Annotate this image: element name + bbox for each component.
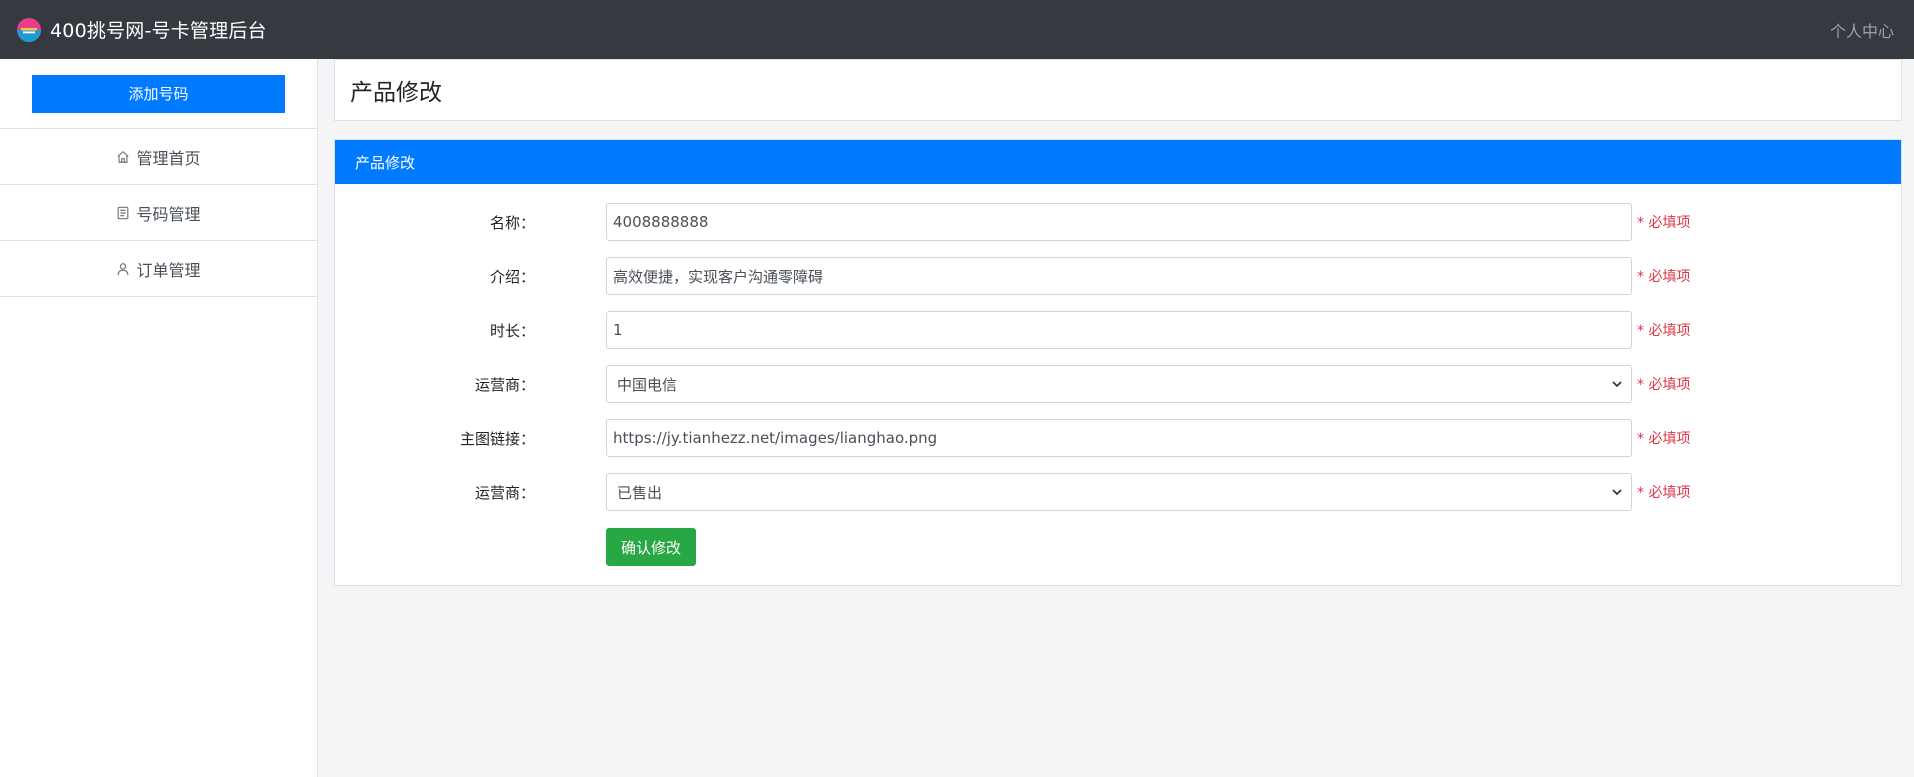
carrier-select-value: 中国电信 — [617, 375, 678, 394]
document-icon — [118, 206, 129, 219]
confirm-edit-button[interactable]: 确认修改 — [606, 528, 696, 566]
chevron-down-icon — [1612, 489, 1622, 496]
image-link-input[interactable]: https://jy.tianhezz.net/images/lianghao.… — [606, 419, 1632, 457]
duration-label: 时长： — [489, 321, 535, 340]
intro-input[interactable]: 高效便捷，实现客户沟通零障碍 — [606, 257, 1632, 295]
form-row-duration: 时长： 1 * 必填项 — [335, 311, 1901, 349]
form-row-image-link: 主图链接： https://jy.tianhezz.net/images/lia… — [335, 419, 1901, 457]
form-row-status: 运营商： 已售出 * 必填项 — [335, 473, 1901, 511]
logo-icon — [17, 17, 41, 42]
required-hint: * 必填项 — [1637, 269, 1691, 285]
status-select[interactable]: 已售出 — [606, 473, 1632, 511]
product-edit-card: 产品修改 名称： 4008888888 * 必填项 介绍： 高效便捷，实现客户沟… — [334, 139, 1902, 586]
status-select-value: 已售出 — [617, 483, 663, 502]
page-title: 产品修改 — [350, 80, 442, 106]
name-label: 名称： — [489, 213, 535, 232]
carrier-select[interactable]: 中国电信 — [606, 365, 1632, 403]
sidebar: 添加号码 管理首页 号码管理 订单管理 — [0, 59, 318, 777]
page-header: 产品修改 — [334, 59, 1902, 121]
add-number-button[interactable]: 添加号码 — [32, 74, 285, 113]
status-label: 运营商： — [474, 483, 535, 502]
required-hint: * 必填项 — [1637, 377, 1691, 393]
sidebar-item-orders[interactable]: 订单管理 — [0, 241, 317, 297]
required-hint: * 必填项 — [1637, 323, 1691, 339]
sidebar-item-label: 管理首页 — [136, 148, 201, 168]
sidebar-item-numbers[interactable]: 号码管理 — [0, 185, 317, 241]
form-row-name: 名称： 4008888888 * 必填项 — [335, 203, 1901, 241]
form-row-carrier: 运营商： 中国电信 * 必填项 — [335, 365, 1901, 403]
top-navbar: 400挑号网-号卡管理后台 个人中心 — [0, 0, 1914, 59]
add-button-container: 添加号码 — [0, 59, 317, 129]
user-icon — [118, 262, 129, 275]
card-header: 产品修改 — [335, 140, 1901, 184]
app-title: 400挑号网-号卡管理后台 — [50, 20, 267, 42]
required-hint: * 必填项 — [1637, 485, 1691, 501]
image-link-label: 主图链接： — [459, 429, 535, 448]
home-icon — [117, 150, 130, 163]
required-hint: * 必填项 — [1637, 431, 1691, 447]
sidebar-item-label: 号码管理 — [136, 204, 201, 224]
chevron-down-icon — [1612, 381, 1622, 388]
user-center-link[interactable]: 个人中心 — [1830, 18, 1894, 42]
brand[interactable]: 400挑号网-号卡管理后台 — [16, 16, 267, 43]
intro-label: 介绍： — [489, 267, 535, 286]
required-hint: * 必填项 — [1637, 215, 1691, 231]
carrier-label: 运营商： — [474, 375, 535, 394]
sidebar-item-home[interactable]: 管理首页 — [0, 129, 317, 185]
name-input[interactable]: 4008888888 — [606, 203, 1632, 241]
duration-input[interactable]: 1 — [606, 311, 1632, 349]
form-row-intro: 介绍： 高效便捷，实现客户沟通零障碍 * 必填项 — [335, 257, 1901, 295]
sidebar-item-label: 订单管理 — [136, 260, 201, 280]
